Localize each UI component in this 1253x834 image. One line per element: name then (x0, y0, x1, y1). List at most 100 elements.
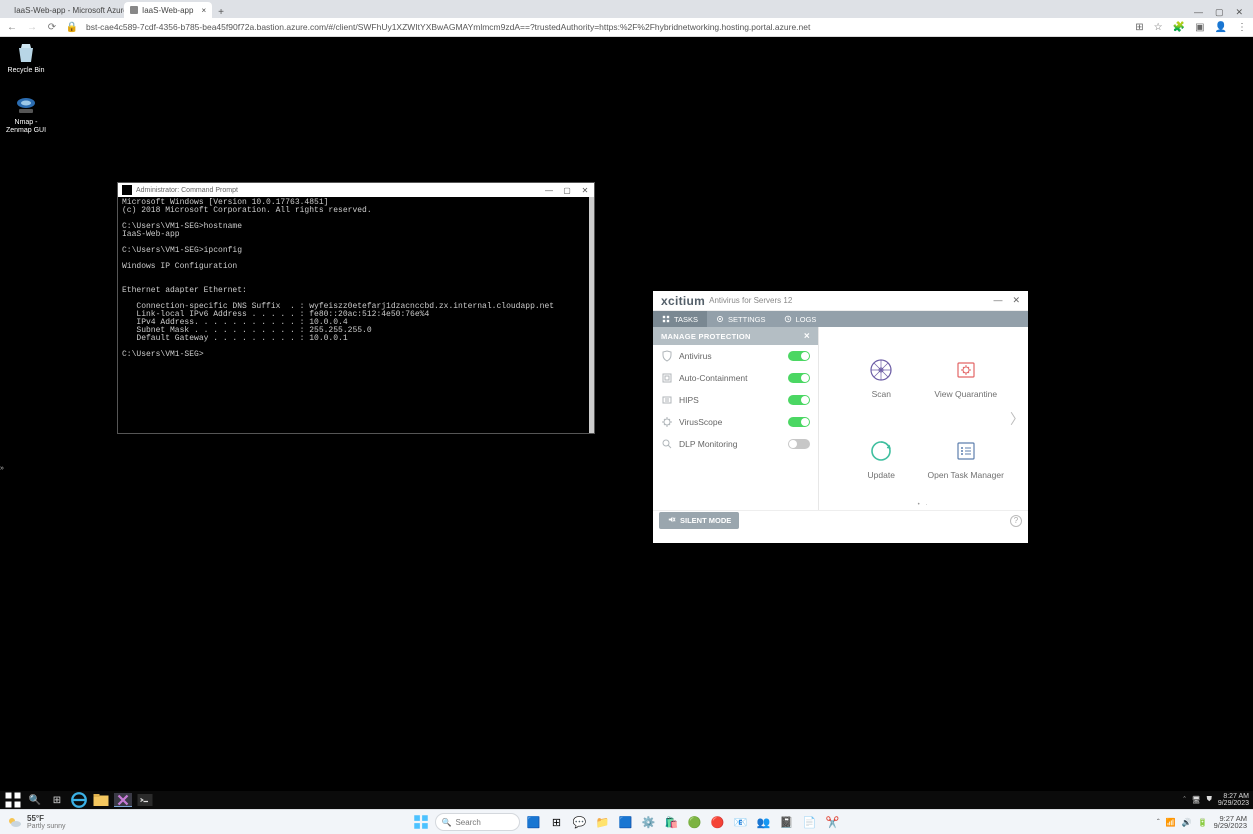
xcitium-minimize[interactable]: — (993, 295, 1002, 306)
remote-clock[interactable]: 8:27 AM 9/29/2023 (1218, 793, 1249, 807)
taskbar-center: 🔍 Search 🟦 ⊞ 💬 📁 🟦 ⚙️ 🛍️ 🟢 🔴 📧 👥 📓 📄 ✂️ (412, 813, 842, 831)
taskbar-xcitium[interactable] (114, 793, 132, 807)
search-box[interactable]: 🔍 Search (435, 813, 520, 831)
item-label: VirusScope (679, 417, 722, 427)
host-clock[interactable]: 9:27 AM 9/29/2023 (1214, 815, 1247, 830)
close-icon[interactable]: × (201, 6, 206, 15)
tile-quarantine[interactable]: View Quarantine (924, 337, 1009, 419)
cmd-titlebar[interactable]: Administrator: Command Prompt — ▢ ✕ (118, 183, 594, 197)
tile-label: View Quarantine (934, 389, 997, 399)
taskbar-outlook[interactable]: 📧 (732, 813, 750, 831)
taskbar-snip[interactable]: ✂️ (824, 813, 842, 831)
back-button[interactable]: ← (6, 21, 18, 33)
toggle-auto-containment[interactable] (788, 373, 810, 383)
tray-volume-icon[interactable]: 🔊 (1182, 818, 1192, 827)
gear-icon (716, 315, 724, 323)
cmd-close[interactable]: ✕ (576, 186, 594, 195)
desktop-icon-nmap[interactable]: Nmap - Zenmap GUI (3, 93, 49, 134)
task-manager-icon (953, 438, 979, 464)
url-field[interactable]: bst-cae4c589-7cdf-4356-b785-bea45f90f72a… (86, 22, 1127, 32)
taskbar-chrome[interactable]: 🔴 (709, 813, 727, 831)
tile-task-manager[interactable]: Open Task Manager (924, 419, 1009, 501)
tray-chevron-icon[interactable]: ˆ (1183, 797, 1185, 804)
cmd-body[interactable]: Microsoft Windows [Version 10.0.17763.48… (118, 197, 594, 433)
tray-wifi-icon[interactable]: 📶 (1166, 818, 1176, 827)
taskbar-vscode[interactable]: 🟦 (617, 813, 635, 831)
time-text: 8:27 AM (1218, 793, 1249, 800)
tab-settings[interactable]: SETTINGS (707, 311, 775, 327)
browser-tab-azure[interactable]: IaaS-Web-app - Microsoft Azure × (4, 2, 124, 18)
weather-widget[interactable]: 55°F Partly sunny (6, 814, 66, 830)
desktop-icon-recycle-bin[interactable]: Recycle Bin (3, 41, 49, 75)
tile-update[interactable]: Update (839, 419, 924, 501)
tab-strip: IaaS-Web-app - Microsoft Azure × IaaS-We… (0, 0, 1253, 18)
tray-network-icon[interactable]: 🖥 (1192, 796, 1201, 804)
install-app-icon[interactable]: ⊞ (1135, 22, 1143, 33)
window-maximize[interactable]: ▢ (1215, 7, 1224, 18)
tab-label: SETTINGS (728, 315, 766, 324)
bookmark-icon[interactable]: ☆ (1154, 22, 1163, 33)
cmd-icon (122, 185, 132, 195)
taskbar-store[interactable]: 🛍️ (663, 813, 681, 831)
nmap-icon (14, 93, 38, 117)
taskbar-cmd[interactable] (136, 793, 154, 807)
tray-battery-icon[interactable]: 🔋 (1198, 818, 1208, 827)
new-tab-button[interactable]: + (212, 7, 230, 18)
taskbar-onenote[interactable]: 📓 (778, 813, 796, 831)
lock-icon: 🔒 (66, 21, 78, 33)
silent-mode-button[interactable]: SILENT MODE (659, 512, 739, 529)
generic-favicon (130, 6, 138, 14)
tray-shield-icon[interactable]: ⛊ (1207, 796, 1212, 804)
tab-label: TASKS (674, 315, 698, 324)
search-button[interactable]: 🔍 (26, 793, 44, 807)
xcitium-window: xcitium Antivirus for Servers 12 — ✕ TAS… (653, 291, 1028, 543)
taskbar-copilot[interactable]: 🟦 (525, 813, 543, 831)
tab-tasks[interactable]: TASKS (653, 311, 707, 327)
taskbar-task-view[interactable]: ⊞ (548, 813, 566, 831)
taskbar-explorer[interactable] (92, 793, 110, 807)
temp-text: 55°F (27, 814, 66, 823)
tab-logs[interactable]: LOGS (775, 311, 826, 327)
task-view-button[interactable]: ⊞ (48, 793, 66, 807)
xcitium-titlebar[interactable]: xcitium Antivirus for Servers 12 — ✕ (653, 291, 1028, 311)
row-auto-containment: Auto-Containment (653, 367, 818, 389)
start-button[interactable] (4, 793, 22, 807)
cmd-title-text: Administrator: Command Prompt (136, 187, 238, 194)
toggle-hips[interactable] (788, 395, 810, 405)
browser-tab-bastion[interactable]: IaaS-Web-app × (124, 2, 212, 18)
taskbar-ie[interactable] (70, 793, 88, 807)
taskbar-teams[interactable]: 👥 (755, 813, 773, 831)
taskbar-settings[interactable]: ⚙️ (640, 813, 658, 831)
icon-label: Recycle Bin (8, 67, 45, 74)
window-minimize[interactable]: — (1194, 7, 1203, 18)
remote-taskbar: 🔍 ⊞ ˆ 🖥 ⛊ 8:27 AM 9/29/2023 (0, 791, 1253, 809)
window-close[interactable]: ✕ (1235, 7, 1243, 18)
forward-button[interactable]: → (26, 21, 38, 33)
extensions-icon[interactable]: 🧩 (1173, 22, 1185, 33)
taskbar-edge[interactable]: 🟢 (686, 813, 704, 831)
profile-icon[interactable]: 👤 (1215, 22, 1227, 33)
toggle-antivirus[interactable] (788, 351, 810, 361)
side-panel-icon[interactable]: ▣ (1195, 22, 1204, 33)
taskbar-word[interactable]: 📄 (801, 813, 819, 831)
reload-button[interactable]: ⟳ (46, 21, 58, 33)
tray-chevron-icon[interactable]: ˆ (1157, 818, 1160, 827)
update-icon (868, 438, 894, 464)
manage-protection-panel: MANAGE PROTECTION × Antivirus Auto-Conta… (653, 327, 819, 510)
cmd-maximize[interactable]: ▢ (558, 186, 576, 195)
taskbar-explorer[interactable]: 📁 (594, 813, 612, 831)
start-button[interactable] (412, 813, 430, 831)
next-page-arrow[interactable]: 〉 (1010, 409, 1024, 429)
menu-icon[interactable]: ⋮ (1237, 22, 1247, 33)
xcitium-close[interactable]: ✕ (1012, 295, 1020, 306)
help-icon[interactable]: ? (1010, 515, 1022, 527)
toggle-dlp[interactable] (788, 439, 810, 449)
bastion-side-handle[interactable]: » (0, 465, 4, 472)
panel-close-icon[interactable]: × (804, 331, 810, 342)
cmd-minimize[interactable]: — (540, 186, 558, 195)
remote-tray: ˆ 🖥 ⛊ 8:27 AM 9/29/2023 (1183, 793, 1249, 807)
tile-scan[interactable]: Scan (839, 337, 924, 419)
taskbar-chat[interactable]: 💬 (571, 813, 589, 831)
host-tray: ˆ 📶 🔊 🔋 9:27 AM 9/29/2023 (1157, 815, 1247, 830)
toggle-viruscope[interactable] (788, 417, 810, 427)
